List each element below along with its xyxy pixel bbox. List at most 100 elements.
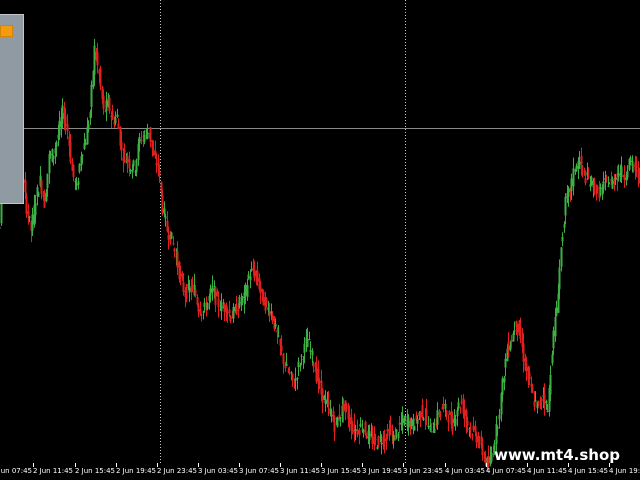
bull-candle — [498, 414, 501, 420]
bear-candle — [253, 269, 256, 279]
bear-candle — [365, 436, 368, 439]
bull-candle — [578, 161, 581, 169]
bear-candle — [580, 156, 583, 165]
bull-candle — [116, 114, 119, 117]
bull-candle — [143, 134, 146, 142]
bull-candle — [380, 443, 383, 445]
bull-candle — [456, 410, 459, 417]
bear-candle — [475, 435, 478, 443]
bull-candle — [114, 117, 117, 124]
bear-candle — [632, 165, 635, 167]
bull-candle — [620, 166, 623, 177]
bear-candle — [271, 315, 274, 322]
bull-candle — [105, 100, 108, 111]
bull-candle — [46, 173, 49, 189]
bull-candle — [422, 418, 425, 420]
bull-candle — [490, 453, 493, 462]
bear-candle — [358, 429, 361, 435]
bull-candle — [203, 302, 206, 308]
bull-candle — [339, 417, 342, 419]
bear-candle — [256, 271, 259, 282]
bull-candle — [433, 428, 436, 433]
bull-candle — [407, 417, 410, 428]
bear-candle — [217, 298, 220, 308]
bear-candle — [158, 171, 161, 177]
bear-candle — [191, 284, 194, 286]
bear-candle — [25, 196, 28, 214]
bull-candle — [274, 323, 277, 327]
bull-candle — [558, 267, 561, 290]
bull-candle — [135, 159, 138, 172]
bear-candle — [223, 303, 226, 312]
bull-candle — [545, 401, 548, 404]
bear-candle — [173, 248, 176, 252]
bear-candle — [584, 178, 587, 184]
bull-candle — [436, 410, 439, 425]
bear-candle — [117, 123, 120, 129]
bear-candle — [484, 456, 487, 464]
bear-candle — [280, 345, 283, 352]
bear-candle — [312, 362, 315, 367]
bear-candle — [291, 373, 294, 380]
bull-candle — [629, 157, 632, 162]
price-chart[interactable]: 2 Jun 07:452 Jun 11:452 Jun 15:452 Jun 1… — [0, 0, 640, 480]
bear-candle — [528, 372, 531, 380]
bear-candle — [531, 386, 534, 394]
bear-candle — [259, 286, 262, 294]
bear-candle — [27, 211, 30, 217]
bear-candle — [581, 166, 584, 168]
bear-candle — [64, 116, 67, 126]
bull-candle — [416, 418, 419, 425]
bear-candle — [635, 165, 638, 169]
time-tick-label: 4 Jun 07:45 — [486, 467, 526, 475]
bear-candle — [194, 289, 197, 296]
chart-window[interactable]: 2 Jun 07:452 Jun 11:452 Jun 15:452 Jun 1… — [0, 0, 640, 480]
bull-candle — [296, 378, 299, 380]
bull-candle — [590, 177, 593, 185]
bull-candle — [608, 183, 611, 185]
bull-candle — [238, 296, 241, 307]
bear-candle — [525, 363, 528, 372]
bear-candle — [469, 428, 472, 430]
bear-candle — [419, 411, 422, 418]
bull-candle — [611, 178, 614, 189]
bull-candle — [555, 307, 558, 316]
bear-candle — [478, 442, 481, 445]
side-panel[interactable] — [0, 14, 24, 204]
bull-candle — [164, 216, 167, 219]
bull-candle — [410, 419, 413, 427]
bull-candle — [309, 349, 312, 352]
bear-candle — [351, 430, 354, 432]
bull-candle — [132, 160, 135, 167]
bear-candle — [537, 401, 540, 404]
bull-candle — [209, 288, 212, 296]
bear-candle — [463, 409, 466, 416]
bull-candle — [241, 296, 244, 298]
bear-candle — [430, 423, 433, 425]
bear-candle — [425, 409, 428, 418]
bull-candle — [290, 372, 293, 374]
time-tick-label: 4 Jun 03:45 — [445, 467, 485, 475]
bull-candle — [454, 419, 457, 425]
bear-candle — [161, 195, 164, 213]
bull-candle — [561, 236, 564, 242]
bear-candle — [345, 404, 348, 410]
bear-candle — [282, 353, 285, 364]
bear-candle — [40, 180, 43, 194]
bull-candle — [90, 84, 93, 107]
bear-candle — [140, 139, 143, 142]
bear-candle — [237, 309, 240, 311]
bull-candle — [55, 141, 58, 147]
bear-candle — [595, 193, 598, 195]
bear-candle — [128, 159, 131, 169]
bull-candle — [617, 172, 620, 177]
bull-candle — [607, 185, 610, 187]
bear-candle — [167, 235, 170, 240]
bear-candle — [72, 164, 75, 177]
bear-candle — [315, 363, 318, 382]
time-tick-label: 2 Jun 15:45 — [75, 467, 115, 475]
bull-candle — [602, 181, 605, 190]
bull-candle — [567, 187, 570, 197]
bear-candle — [472, 425, 475, 430]
panel-toggle-button[interactable] — [0, 25, 13, 37]
